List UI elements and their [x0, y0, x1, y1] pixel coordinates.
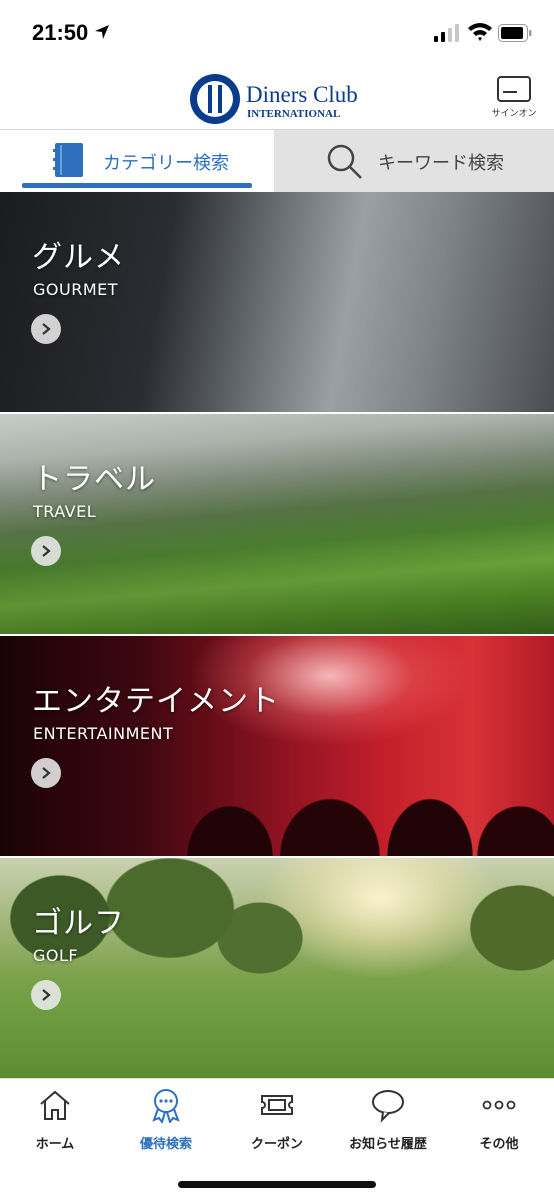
chevron-right-icon	[42, 989, 51, 1001]
category-title: トラベル	[32, 462, 156, 497]
more-icon	[482, 1100, 516, 1110]
nav-item-more[interactable]: その他	[444, 1087, 554, 1159]
cellular-signal-icon	[434, 24, 459, 42]
tab-keyword-search[interactable]: キーワード検索	[274, 130, 554, 192]
nav-label: クーポン	[250, 1137, 303, 1152]
chevron-right-icon	[42, 545, 51, 557]
chevron-right-button[interactable]	[31, 536, 61, 566]
active-tab-indicator	[22, 183, 252, 188]
diners-club-logo: Diners Club INTERNATIONAL	[190, 74, 358, 124]
nav-item-benefit-search[interactable]: 優待検索	[111, 1087, 221, 1159]
location-arrow-icon	[95, 25, 109, 39]
nav-item-home[interactable]: ホーム	[0, 1087, 110, 1159]
brand-subtitle: INTERNATIONAL	[247, 108, 340, 120]
search-tabs: カテゴリー検索 キーワード検索	[0, 130, 554, 192]
category-golf[interactable]: ゴルフ GOLF	[0, 858, 554, 1078]
ticket-icon	[261, 1095, 293, 1115]
category-subtitle: TRAVEL	[33, 502, 97, 521]
chevron-right-button[interactable]	[31, 980, 61, 1010]
status-time: 21:50	[32, 20, 89, 45]
battery-icon	[498, 24, 532, 42]
badge-icon	[152, 1089, 180, 1123]
category-subtitle: ENTERTAINMENT	[33, 724, 174, 743]
nav-label: ホーム	[35, 1137, 75, 1152]
signon-button[interactable]: サインオン	[484, 76, 544, 126]
card-icon	[497, 76, 531, 102]
category-gourmet[interactable]: グルメ GOURMET	[0, 192, 554, 412]
nav-label: お知らせ履歴	[349, 1137, 427, 1152]
speech-bubble-icon	[372, 1090, 404, 1123]
status-bar: 21:50	[0, 0, 554, 66]
nav-item-notifications[interactable]: お知らせ履歴	[333, 1087, 443, 1159]
category-subtitle: GOLF	[33, 946, 79, 965]
category-entertainment[interactable]: エンタテイメント ENTERTAINMENT	[0, 636, 554, 856]
wifi-icon	[468, 23, 492, 41]
notebook-icon	[53, 143, 83, 177]
chevron-right-icon	[42, 767, 51, 779]
home-indicator[interactable]	[178, 1181, 376, 1188]
home-icon	[40, 1090, 70, 1120]
nav-item-coupon[interactable]: クーポン	[222, 1087, 332, 1159]
signon-label: サインオン	[491, 109, 537, 119]
nav-label: 優待検索	[139, 1137, 192, 1152]
category-title: グルメ	[32, 240, 125, 275]
tab-category-search[interactable]: カテゴリー検索	[0, 130, 274, 192]
app-header: Diners Club INTERNATIONAL サインオン	[0, 66, 554, 130]
tab-keyword-label: キーワード検索	[378, 153, 504, 174]
chevron-right-button[interactable]	[31, 758, 61, 788]
category-title: エンタテイメント	[32, 684, 280, 719]
nav-label: その他	[479, 1137, 519, 1152]
chevron-right-button[interactable]	[31, 314, 61, 344]
tab-category-label: カテゴリー検索	[103, 153, 229, 174]
category-title: ゴルフ	[32, 906, 125, 941]
chevron-right-icon	[42, 323, 51, 335]
search-icon	[327, 144, 362, 179]
brand-name: Diners Club	[246, 82, 358, 107]
category-travel[interactable]: トラベル TRAVEL	[0, 414, 554, 634]
category-subtitle: GOURMET	[33, 280, 119, 299]
